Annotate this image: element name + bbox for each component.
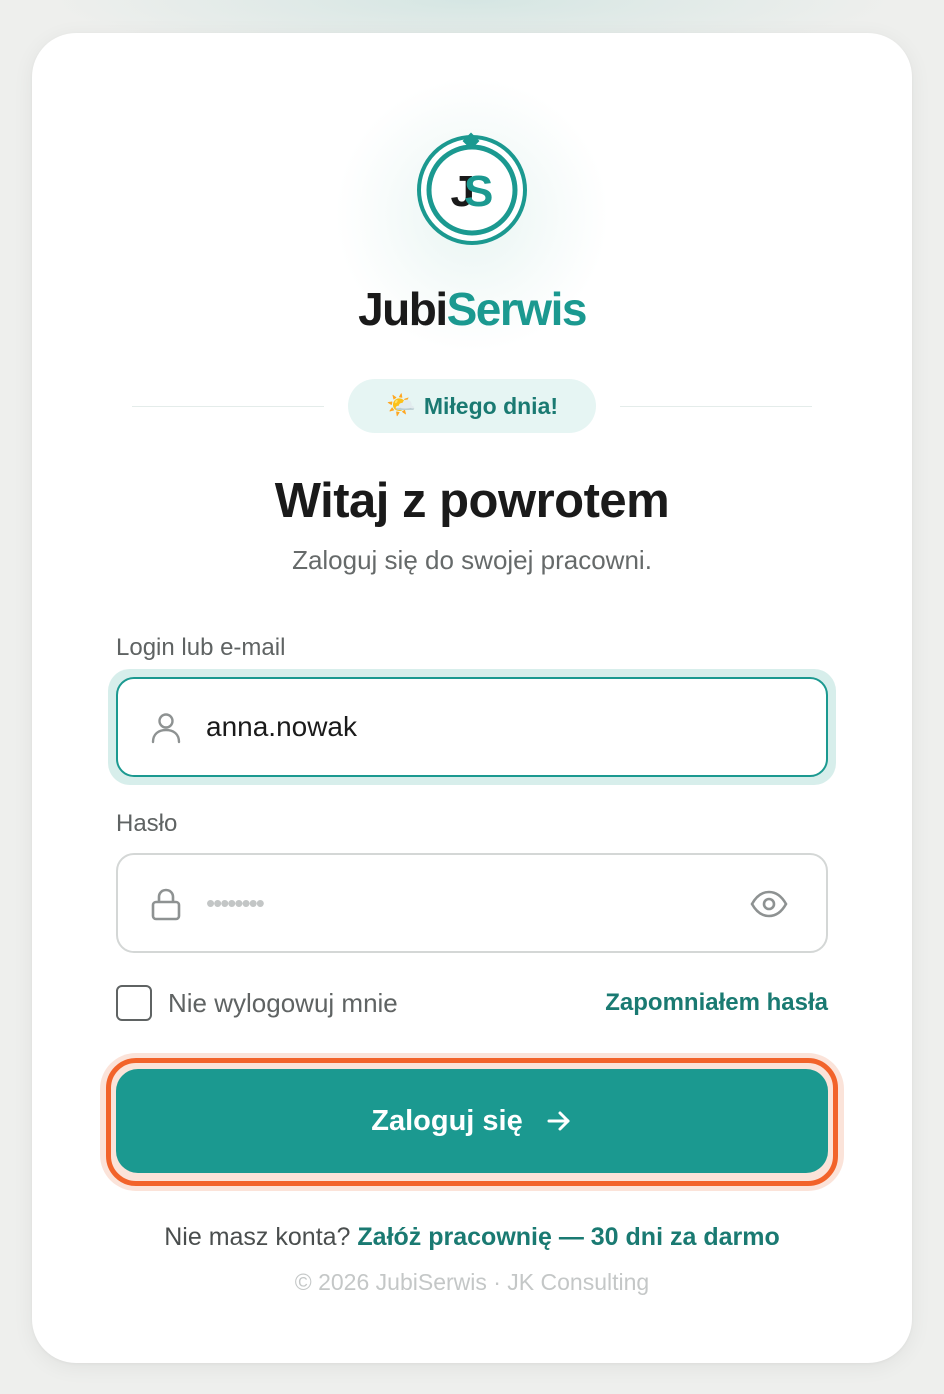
signup-prompt-text: Nie masz konta?: [164, 1223, 351, 1251]
password-input[interactable]: ••••••••: [116, 853, 828, 953]
page-title: Witaj z powrotem: [274, 474, 670, 528]
signup-link[interactable]: Załóż pracownię — 30 dni za darmo: [357, 1223, 779, 1251]
page-subtitle: Zaloguj się do swojej pracowni.: [292, 545, 652, 575]
user-icon: [151, 713, 181, 744]
greeting-text: Miłego dnia!: [423, 392, 559, 419]
password-input-value[interactable]: ••••••••: [206, 855, 265, 951]
logo-monogram-s: S: [464, 167, 493, 216]
brand-name-dark: Jubi: [358, 283, 448, 335]
login-button-label: Zaloguj się: [371, 1104, 523, 1137]
greeting-badge: 🌤️ Miłego dnia!: [348, 379, 596, 433]
brand-name: JubiSerwis: [32, 283, 912, 335]
footer-copyright: © 2026 JubiSerwis · JK Consulting: [294, 1269, 650, 1295]
signup-prompt: Nie masz konta? Załóż pracownię — 30 dni…: [32, 1223, 912, 1252]
login-input-value[interactable]: anna.nowak: [206, 679, 357, 775]
remember-me-checkbox[interactable]: [116, 985, 152, 1021]
divider-right: [620, 406, 812, 407]
remember-me-label[interactable]: Nie wylogowuj mnie: [168, 988, 398, 1019]
brand-logo-icon: J S: [417, 132, 527, 245]
brand-name-accent: Serwis: [446, 283, 588, 335]
forgot-password-link[interactable]: Zapomniałem hasła: [605, 989, 828, 1017]
lock-icon: [151, 888, 181, 921]
login-button[interactable]: Zaloguj się: [116, 1069, 828, 1173]
login-card: J S JubiSerwis 🌤️ Miłego dnia! Witaj z p…: [32, 33, 912, 1363]
login-input[interactable]: anna.nowak: [116, 677, 828, 777]
eye-icon[interactable]: [750, 885, 788, 923]
sun-behind-cloud-icon: 🌤️: [385, 392, 416, 419]
divider-left: [132, 406, 324, 407]
password-field-label: Hasło: [116, 810, 178, 837]
login-field-label: Login lub e-mail: [116, 634, 286, 661]
arrow-right-icon: [547, 1111, 570, 1131]
